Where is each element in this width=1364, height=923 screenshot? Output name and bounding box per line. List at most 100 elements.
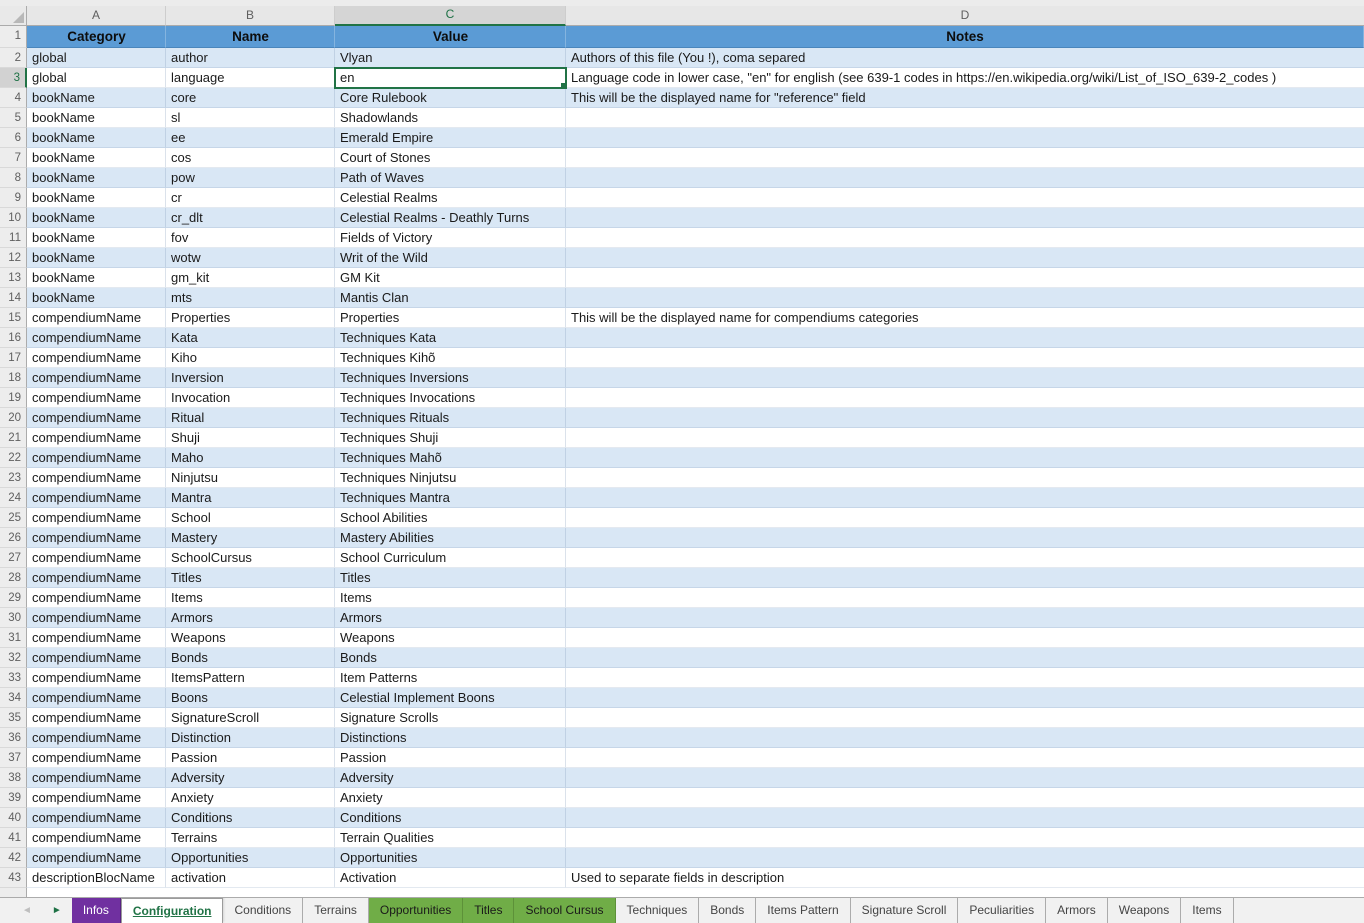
cell[interactable]: Signature Scrolls	[335, 708, 566, 728]
cell[interactable]: Passion	[166, 748, 335, 768]
cell[interactable]: bookName	[27, 208, 166, 228]
cell[interactable]: Bonds	[166, 648, 335, 668]
cell[interactable]	[566, 668, 1364, 688]
row-number[interactable]: 8	[0, 168, 27, 188]
cell[interactable]: Techniques Mahõ	[335, 448, 566, 468]
cell[interactable]: Conditions	[166, 808, 335, 828]
header-cell-value[interactable]: Value	[335, 26, 566, 48]
cell[interactable]: Armors	[166, 608, 335, 628]
cell[interactable]: cr	[166, 188, 335, 208]
header-cell-name[interactable]: Name	[166, 26, 335, 48]
cell[interactable]: Techniques Shuji	[335, 428, 566, 448]
cell[interactable]: Adversity	[335, 768, 566, 788]
cell[interactable]: Properties	[335, 308, 566, 328]
row-number[interactable]: 18	[0, 368, 27, 388]
cell[interactable]: Inversion	[166, 368, 335, 388]
cell[interactable]: Celestial Realms - Deathly Turns	[335, 208, 566, 228]
sheet-tab-infos[interactable]: Infos	[72, 898, 121, 923]
cell[interactable]	[566, 488, 1364, 508]
cell[interactable]: School Abilities	[335, 508, 566, 528]
cell[interactable]	[566, 428, 1364, 448]
cell[interactable]: compendiumName	[27, 728, 166, 748]
cell[interactable]: Items	[166, 588, 335, 608]
cell[interactable]: compendiumName	[27, 628, 166, 648]
row-number[interactable]: 13	[0, 268, 27, 288]
cell[interactable]: Used to separate fields in description	[566, 868, 1364, 888]
cell[interactable]	[566, 128, 1364, 148]
cell[interactable]	[566, 368, 1364, 388]
row-number[interactable]: 38	[0, 768, 27, 788]
cell[interactable]: bookName	[27, 248, 166, 268]
cell[interactable]	[566, 728, 1364, 748]
sheet-tab-titles[interactable]: Titles	[463, 898, 514, 923]
row-number[interactable]: 9	[0, 188, 27, 208]
cell[interactable]: Weapons	[335, 628, 566, 648]
row-number[interactable]: 40	[0, 808, 27, 828]
row-number[interactable]: 5	[0, 108, 27, 128]
cell[interactable]: Distinctions	[335, 728, 566, 748]
sheet-tab-techniques[interactable]: Techniques	[616, 898, 700, 923]
cell[interactable]: bookName	[27, 148, 166, 168]
cell[interactable]: Item Patterns	[335, 668, 566, 688]
cell[interactable]: Ritual	[166, 408, 335, 428]
sheet-tab-weapons[interactable]: Weapons	[1108, 898, 1181, 923]
cell[interactable]: Celestial Implement Boons	[335, 688, 566, 708]
cell[interactable]: Adversity	[166, 768, 335, 788]
row-number[interactable]: 34	[0, 688, 27, 708]
cell[interactable]: Weapons	[166, 628, 335, 648]
cell[interactable]: gm_kit	[166, 268, 335, 288]
cell[interactable]: descriptionBlocName	[27, 868, 166, 888]
cell[interactable]: language	[166, 68, 335, 88]
row-number[interactable]: 43	[0, 868, 27, 888]
cell[interactable]: Boons	[166, 688, 335, 708]
sheet-tab-signature-scroll[interactable]: Signature Scroll	[851, 898, 959, 923]
cell[interactable]: Conditions	[335, 808, 566, 828]
cell[interactable]: Language code in lower case, "en" for en…	[566, 68, 1364, 88]
cell[interactable]: ee	[166, 128, 335, 148]
sheet-tab-school-cursus[interactable]: School Cursus	[514, 898, 615, 923]
row-number[interactable]: 39	[0, 788, 27, 808]
cell[interactable]: SignatureScroll	[166, 708, 335, 728]
cell[interactable]: bookName	[27, 168, 166, 188]
cell[interactable]: compendiumName	[27, 408, 166, 428]
cell[interactable]: compendiumName	[27, 508, 166, 528]
header-cell-category[interactable]: Category	[27, 26, 166, 48]
cell[interactable]: Core Rulebook	[335, 88, 566, 108]
cell[interactable]: Techniques Kihõ	[335, 348, 566, 368]
cell[interactable]: compendiumName	[27, 328, 166, 348]
cell[interactable]: bookName	[27, 268, 166, 288]
row-number[interactable]: 4	[0, 88, 27, 108]
cell[interactable]	[566, 648, 1364, 668]
cell[interactable]: Armors	[335, 608, 566, 628]
cell[interactable]: compendiumName	[27, 828, 166, 848]
cell[interactable]: compendiumName	[27, 688, 166, 708]
cell[interactable]: compendiumName	[27, 708, 166, 728]
cell[interactable]: compendiumName	[27, 768, 166, 788]
row-number[interactable]: 2	[0, 48, 27, 68]
cell[interactable]: compendiumName	[27, 348, 166, 368]
row-number[interactable]: 3	[0, 68, 27, 88]
sheet-scroll-right-icon[interactable]: ►	[52, 906, 62, 916]
row-number[interactable]: 16	[0, 328, 27, 348]
cell[interactable]: School	[166, 508, 335, 528]
cell[interactable]: compendiumName	[27, 468, 166, 488]
cell[interactable]	[566, 508, 1364, 528]
cell[interactable]: compendiumName	[27, 448, 166, 468]
cell[interactable]: Opportunities	[335, 848, 566, 868]
column-header-c-selected[interactable]: C	[335, 6, 566, 26]
sheet-tab-terrains[interactable]: Terrains	[303, 898, 369, 923]
cell[interactable]	[566, 548, 1364, 568]
row-number[interactable]: 10	[0, 208, 27, 228]
cell[interactable]: bookName	[27, 108, 166, 128]
row-number[interactable]: 17	[0, 348, 27, 368]
cell[interactable]: Kiho	[166, 348, 335, 368]
cell[interactable]	[566, 688, 1364, 708]
cell[interactable]: Kata	[166, 328, 335, 348]
cell[interactable]	[566, 248, 1364, 268]
row-number[interactable]: 29	[0, 588, 27, 608]
cell[interactable]: Titles	[335, 568, 566, 588]
cell[interactable]: Properties	[166, 308, 335, 328]
cell[interactable]	[566, 628, 1364, 648]
cell[interactable]	[566, 748, 1364, 768]
cell[interactable]: compendiumName	[27, 668, 166, 688]
